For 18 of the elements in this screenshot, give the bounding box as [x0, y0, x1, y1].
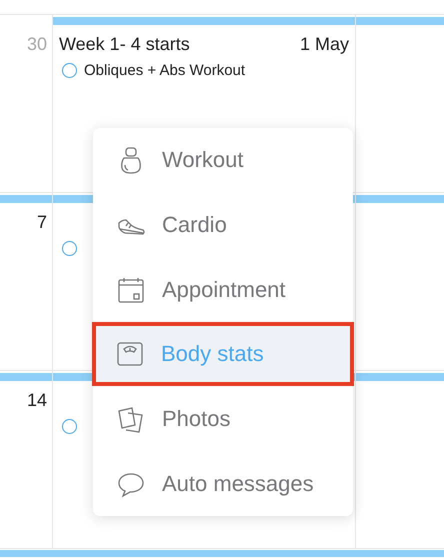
event-title[interactable]: Obliques + Abs Workout: [84, 62, 246, 78]
scale-icon: [116, 340, 144, 368]
menu-item[interactable]: Cardio: [93, 192, 353, 257]
day-number: 14: [26, 390, 48, 411]
status-circle[interactable]: [62, 62, 77, 78]
photos-icon: [117, 404, 145, 433]
menu-item[interactable]: Appointment: [93, 258, 353, 322]
week-title: Week 1- 4 starts: [59, 34, 190, 56]
menu-item[interactable]: Photos: [93, 386, 353, 451]
status-circle[interactable]: [62, 240, 77, 256]
menu-item[interactable]: Body stats: [92, 322, 354, 386]
menu-item[interactable]: Auto messages: [93, 452, 353, 516]
calendar-icon: [117, 276, 145, 304]
status-circle[interactable]: [62, 418, 77, 434]
day-number: 30: [26, 34, 48, 55]
menu-item[interactable]: Workout: [93, 128, 353, 192]
day-number: 7: [36, 212, 48, 233]
date-label: 1 May: [300, 34, 349, 56]
